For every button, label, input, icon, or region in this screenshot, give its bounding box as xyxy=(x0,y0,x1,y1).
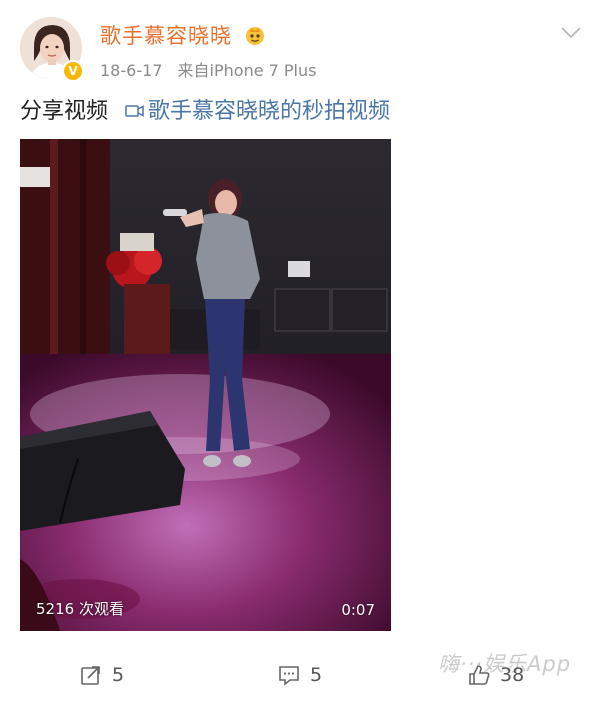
forward-icon xyxy=(81,666,100,685)
crown-emoji-icon xyxy=(246,27,264,45)
like-icon xyxy=(469,665,490,685)
video-thumbnail xyxy=(20,139,391,631)
action-bar: 5 5 38 xyxy=(0,650,600,701)
post-source: 来自iPhone 7 Plus xyxy=(177,61,317,80)
post-text-prefix: 分享视频 xyxy=(20,99,109,124)
video-player[interactable]: 5216 次观看 0:07 xyxy=(20,139,391,631)
view-count: 5216 次观看 xyxy=(36,600,124,618)
verified-badge-icon: V xyxy=(62,60,84,82)
post-meta: 18-6-17 来自iPhone 7 Plus xyxy=(100,57,316,81)
username[interactable]: 歌手慕容晓晓 xyxy=(100,20,232,50)
comment-count: 5 xyxy=(310,664,323,686)
video-link-icon xyxy=(125,105,144,117)
comment-icon xyxy=(279,666,299,686)
forward-button[interactable]: 5 xyxy=(80,664,124,686)
post-header: V 歌手慕容晓晓 18-6-17 来自iPhone 7 Plus xyxy=(0,0,600,90)
chevron-down-icon[interactable] xyxy=(560,26,582,40)
video-duration: 0:07 xyxy=(341,601,375,619)
post-date: 18-6-17 xyxy=(100,61,163,80)
post-text: 分享视频 歌手慕容晓晓的秒拍视频 xyxy=(20,93,390,125)
forward-count: 5 xyxy=(112,664,125,686)
comment-button[interactable]: 5 xyxy=(278,664,322,686)
like-button[interactable]: 38 xyxy=(468,664,524,686)
video-link[interactable]: 歌手慕容晓晓的秒拍视频 xyxy=(148,99,390,124)
like-count: 38 xyxy=(500,664,525,686)
